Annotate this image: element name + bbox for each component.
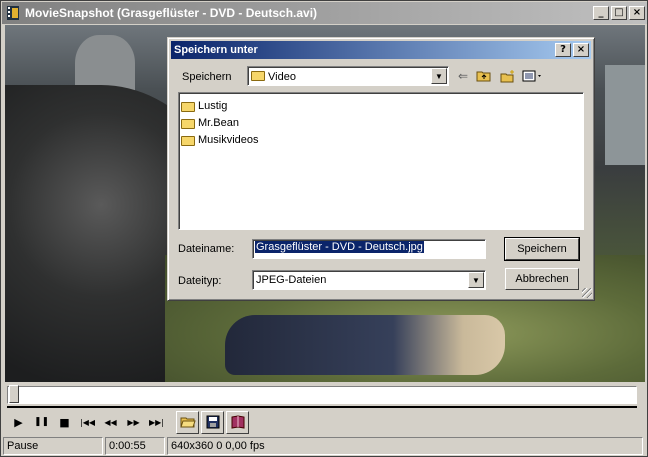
- window-title: MovieSnapshot (Grasgeflüster - DVD - Deu…: [25, 6, 318, 20]
- filename-field[interactable]: Grasgeflüster - DVD - Deutsch.jpg: [252, 239, 486, 259]
- transport-toolbar: ▶ ❚❚ ■ |◀◀ ◀◀ ▶▶ ▶▶|: [7, 409, 249, 435]
- new-folder-icon[interactable]: [498, 67, 518, 85]
- save-snapshot-button[interactable]: [201, 410, 224, 434]
- list-item[interactable]: Musikvideos: [181, 131, 581, 148]
- chevron-down-icon[interactable]: ▼: [468, 272, 484, 288]
- seek-bar[interactable]: [7, 385, 637, 404]
- seek-thumb[interactable]: [9, 385, 19, 403]
- folder-list[interactable]: Lustig Mr.Bean Musikvideos: [178, 92, 584, 230]
- next-button[interactable]: ▶▶|: [145, 411, 168, 434]
- floppy-icon: [206, 415, 219, 429]
- folder-up-icon[interactable]: [474, 67, 494, 85]
- folder-icon: [181, 135, 195, 146]
- list-item[interactable]: Lustig: [181, 97, 581, 114]
- filename-label: Dateiname:: [178, 243, 235, 255]
- folder-name: Lustig: [198, 99, 228, 112]
- chevron-down-icon[interactable]: ▼: [431, 68, 447, 84]
- dialog-close-button[interactable]: ×: [573, 43, 589, 57]
- maximize-button[interactable]: □: [611, 6, 627, 20]
- filetype-label: Dateityp:: [178, 275, 222, 287]
- video-scene-person: [225, 315, 505, 375]
- dialog-titlebar[interactable]: Speichern unter ? ×: [171, 41, 591, 59]
- close-button[interactable]: ×: [629, 6, 645, 20]
- video-scene-ruin-right: [605, 65, 645, 165]
- resize-grip[interactable]: [582, 288, 592, 298]
- window-titlebar[interactable]: MovieSnapshot (Grasgeflüster - DVD - Deu…: [2, 2, 647, 24]
- play-button[interactable]: ▶: [7, 411, 30, 434]
- list-item[interactable]: Mr.Bean: [181, 114, 581, 131]
- film-icon: [5, 5, 21, 21]
- about-button[interactable]: [226, 410, 249, 434]
- minimize-button[interactable]: _: [593, 6, 609, 20]
- save-in-value: Video: [268, 70, 296, 83]
- seek-divider: [7, 406, 637, 408]
- folder-icon: [181, 101, 195, 112]
- status-info: 640x360 0 0,00 fps: [167, 437, 643, 455]
- save-in-label: Speichern: [182, 71, 232, 83]
- folder-name: Musikvideos: [198, 133, 259, 146]
- previous-button[interactable]: |◀◀: [76, 411, 99, 434]
- book-icon: [231, 415, 244, 429]
- open-folder-icon: [179, 417, 196, 428]
- dialog-title: Speichern unter: [174, 44, 258, 56]
- save-as-dialog: Speichern unter ? × Speichern Video ▼ ⇐ …: [167, 37, 595, 301]
- status-time: 0:00:55: [105, 437, 165, 455]
- view-menu-icon[interactable]: [520, 67, 546, 85]
- status-state: Pause: [3, 437, 103, 455]
- stop-button[interactable]: ■: [53, 411, 76, 434]
- save-button[interactable]: Speichern: [504, 237, 580, 261]
- filetype-combo[interactable]: JPEG-Dateien ▼: [252, 270, 486, 290]
- filename-value: Grasgeflüster - DVD - Deutsch.jpg: [255, 241, 424, 253]
- pause-button[interactable]: ❚❚: [30, 411, 53, 434]
- main-window: MovieSnapshot (Grasgeflüster - DVD - Deu…: [0, 0, 648, 457]
- cancel-button[interactable]: Abbrechen: [505, 268, 579, 290]
- save-in-combo[interactable]: Video ▼: [247, 66, 449, 86]
- back-arrow-icon[interactable]: ⇐: [453, 67, 473, 85]
- filetype-value: JPEG-Dateien: [256, 274, 327, 286]
- help-button[interactable]: ?: [555, 43, 571, 57]
- folder-icon: [251, 70, 265, 81]
- open-file-button[interactable]: [176, 410, 199, 434]
- fast-forward-button[interactable]: ▶▶: [122, 411, 145, 434]
- folder-name: Mr.Bean: [198, 116, 239, 129]
- folder-icon: [181, 118, 195, 129]
- status-bar: Pause 0:00:55 640x360 0 0,00 fps: [3, 437, 645, 455]
- rewind-button[interactable]: ◀◀: [99, 411, 122, 434]
- save-in-combo-content: Video: [248, 70, 431, 83]
